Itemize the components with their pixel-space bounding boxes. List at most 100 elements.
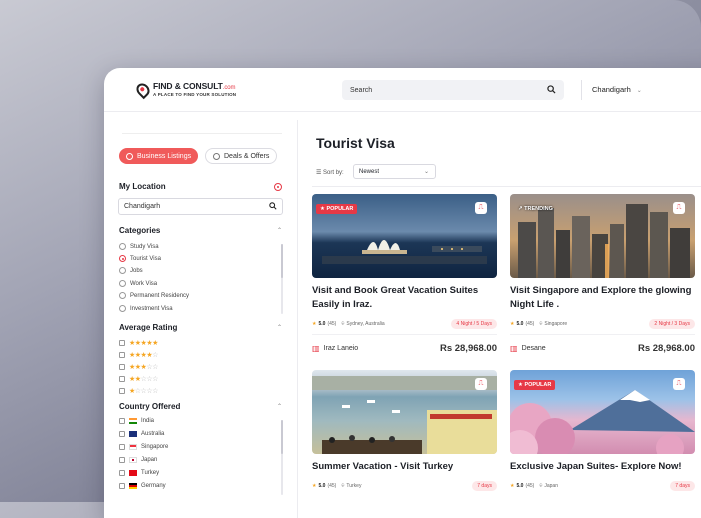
country-option[interactable]: Germany	[119, 483, 166, 489]
japan-flag-icon	[129, 457, 137, 463]
duration-badge: 4 Night / 5 Days	[451, 319, 497, 329]
chevron-up-icon[interactable]: ⌃	[277, 227, 282, 234]
country-offered-heading: Country Offered	[119, 402, 181, 411]
listing-card[interactable]: ⎍ Summer Vacation - Visit Turkey ★ 5.0 (45…	[312, 370, 497, 491]
category-option[interactable]: Investment Visa	[119, 305, 173, 312]
tab-deals-offers[interactable]: Deals & Offers	[205, 148, 278, 164]
singapore-flag-icon	[129, 444, 137, 450]
building-icon: ▥	[312, 344, 320, 353]
location-dropdown[interactable]: Chandigarh ⌄	[592, 85, 642, 94]
price: Rs 28,968.00	[439, 343, 497, 354]
divider	[312, 186, 701, 187]
review-count: (45)	[327, 483, 337, 489]
location-input[interactable]: Chandigarh	[118, 198, 283, 215]
checkbox-icon	[119, 431, 125, 437]
divider	[312, 334, 497, 335]
bookmark-icon[interactable]: ⎍	[673, 378, 685, 390]
country-label: Australia	[141, 431, 165, 437]
radio-icon	[126, 152, 133, 160]
chevron-up-icon[interactable]: ⌃	[277, 324, 282, 331]
listing-meta: ★ 5.0 (45) ⌾ Sydney, Australia 4 Night / 5 …	[312, 319, 497, 329]
country-option[interactable]: Singapore	[119, 444, 168, 450]
logo[interactable]: FIND & CONSULT.com A PLACE TO FIND YOUR …	[133, 80, 236, 99]
category-option[interactable]: Jobs	[119, 267, 143, 274]
country-option[interactable]: Japan	[119, 457, 157, 463]
listing-card[interactable]: ★ POPULAR ⎍ Visit and Book Great Vacatio…	[312, 194, 497, 354]
sidebar-divider	[122, 133, 282, 134]
listing-area: Tourist Visa ☰ Sort by: Newest ⌄ ★ POPULA…	[312, 120, 701, 518]
bookmark-icon[interactable]: ⎍	[475, 202, 487, 214]
review-count: (45)	[525, 483, 535, 489]
average-rating-heading: Average Rating	[119, 323, 178, 332]
listing-title[interactable]: Visit Singapore and Explore the glowing …	[510, 284, 695, 314]
rating-value: 5.0	[516, 483, 524, 489]
categories-scrollbar[interactable]	[281, 244, 283, 314]
category-option[interactable]: Study Visa	[119, 243, 159, 250]
chevron-down-icon: ⌄	[636, 88, 642, 94]
rating-option-3[interactable]: ★★★☆☆	[119, 363, 158, 371]
listing-place: Japan	[544, 483, 558, 489]
category-option[interactable]: Permanent Residency	[119, 292, 189, 299]
listing-image[interactable]: ↗ TRENDING ⎍	[510, 194, 695, 278]
star-icon: ★	[510, 483, 515, 489]
tab-label: Business Listings	[137, 152, 192, 160]
rating-option-4[interactable]: ★★★★☆	[119, 351, 158, 359]
top-navigation: FIND & CONSULT.com A PLACE TO FIND YOUR …	[104, 68, 701, 112]
tab-business-listings[interactable]: Business Listings	[119, 148, 199, 164]
location-pin-icon: ⌾	[341, 483, 345, 489]
listing-place: Turkey	[346, 483, 362, 489]
category-label: Investment Visa	[130, 305, 173, 312]
rating-option-5[interactable]: ★★★★★	[119, 339, 158, 347]
category-option[interactable]: Tourist Visa	[119, 255, 161, 262]
logo-domain: .com	[222, 85, 236, 91]
listing-title[interactable]: Visit and Book Great Vacation Suites Eas…	[312, 284, 497, 314]
listing-image[interactable]: ★ POPULAR ⎍	[510, 370, 695, 454]
sort-value: Newest	[359, 169, 380, 175]
search-input[interactable]: Search	[342, 80, 564, 100]
category-label: Jobs	[130, 267, 143, 274]
sort-dropdown[interactable]: Newest ⌄	[353, 164, 436, 179]
listing-image[interactable]: ★ POPULAR ⎍	[312, 194, 497, 278]
star-icon: ★	[510, 321, 515, 327]
categories-heading: Categories	[119, 226, 161, 235]
chevron-up-icon[interactable]: ⌃	[277, 403, 282, 410]
duration-badge: 7 days	[670, 481, 695, 491]
listing-card[interactable]: ★ POPULAR ⎍ Exclusive Japan Suites- Expl…	[510, 370, 695, 491]
rating-option-2[interactable]: ★★☆☆☆	[119, 375, 158, 383]
vendor-name[interactable]: Desane	[522, 345, 546, 352]
category-option[interactable]: Work Visa	[119, 280, 157, 287]
my-location-heading: My Location	[119, 182, 166, 191]
listing-image[interactable]: ⎍	[312, 370, 497, 454]
category-label: Study Visa	[130, 243, 159, 250]
bookmark-icon[interactable]: ⎍	[673, 202, 685, 214]
listing-meta: ★ 5.0 (45) ⌾ Japan 7 days	[510, 481, 695, 491]
country-label: Germany	[141, 483, 166, 489]
country-label: Singapore	[141, 444, 169, 450]
location-pin-icon: ⌾	[539, 483, 543, 489]
current-location-icon[interactable]	[274, 183, 282, 191]
header-divider	[581, 80, 582, 100]
country-option[interactable]: Turkey	[119, 470, 159, 476]
country-option[interactable]: India	[119, 418, 154, 424]
india-flag-icon	[129, 418, 137, 424]
listing-card[interactable]: ↗ TRENDING ⎍ Visit Singapore and Explore…	[510, 194, 695, 354]
star-rating-icon: ★★★☆☆	[129, 364, 158, 371]
star-rating-icon: ★★★★★	[129, 340, 158, 347]
country-scrollbar[interactable]	[281, 420, 283, 495]
rating-option-1[interactable]: ★☆☆☆☆	[119, 387, 158, 395]
checkbox-icon	[119, 470, 125, 476]
rating-value: 5.0	[516, 321, 524, 327]
search-icon[interactable]	[269, 202, 277, 212]
listing-meta: ★ 5.0 (45) ⌾ Singapore 2 Night / 3 Days	[510, 319, 695, 329]
search-icon[interactable]	[547, 84, 556, 96]
vendor-name[interactable]: Iraz Laneio	[324, 345, 359, 352]
bookmark-icon[interactable]: ⎍	[475, 378, 487, 390]
germany-flag-icon	[129, 483, 137, 489]
filter-sidebar: Business Listings Deals & Offers My Loca…	[104, 120, 298, 518]
duration-badge: 7 days	[472, 481, 497, 491]
review-count: (45)	[327, 321, 337, 327]
location-pin-icon: ⌾	[539, 321, 543, 327]
review-count: (45)	[525, 321, 535, 327]
country-option[interactable]: Australia	[119, 431, 164, 437]
star-rating-icon: ★★★★☆	[129, 352, 158, 359]
